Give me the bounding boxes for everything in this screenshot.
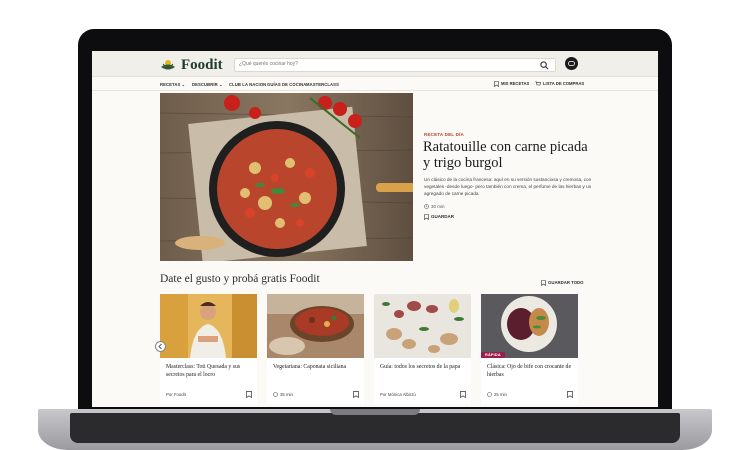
card-meta: Por Mónica Albirzú [380,392,416,397]
quick-badge: RÁPIDA [481,352,505,358]
card-title: Clásica: Ojo de bife con crocante de hie… [487,364,572,378]
main-nav: RECETAS ⌄ DESCUBRIR ⌄ CLUB LA NACION GUÍ… [92,79,658,91]
card-time: 35 min [280,392,293,397]
card-image [267,294,364,358]
chevron-left-icon [158,343,162,350]
save-all-button[interactable]: GUARDAR TODO [541,280,584,287]
cart-icon [535,81,541,86]
card-title: Vegetariana: Caponata siciliana [273,364,347,370]
chevron-down-icon: ⌄ [181,82,186,87]
bookmark-icon[interactable] [246,391,252,398]
nav-masterclass[interactable]: MASTERCLASS [306,82,339,87]
card-meta: 35 min [273,392,293,398]
hero-recipe-image[interactable] [160,93,413,261]
chevron-down-icon: ⌄ [219,82,223,87]
card-meta: 25 min [487,392,507,398]
laptop-frame: Foodit RECETAS ⌄ DESCUBRIR [0,0,750,450]
user-menu-button[interactable] [565,57,578,70]
search-icon[interactable] [540,61,549,70]
hero-title[interactable]: Ratatouille con carne picada y trigo bur… [423,139,593,171]
hero-description: Un clásico de la cocina francesa: aquí e… [424,177,592,196]
bookmark-icon[interactable] [567,391,573,398]
nav-descubrir[interactable]: DESCUBRIR ⌄ [192,82,223,87]
recipe-card[interactable]: Guía: todos los secretos de la papa Por … [374,294,471,404]
card-title: Masterclass: Toti Quesada y sus secretos… [166,364,241,378]
logo-leaf-icon[interactable] [160,58,176,72]
site-logo[interactable]: Foodit [181,57,223,74]
bookmark-icon [424,214,429,221]
site-header: Foodit [92,51,658,77]
card-image [160,294,257,358]
ratatouille-photo [160,93,413,261]
bookmark-icon [541,280,546,287]
recipe-card[interactable]: RÁPIDA Clásica: Ojo de bife con crocante… [481,294,578,404]
search-input[interactable] [239,61,519,67]
card-image [481,294,578,358]
hero-time-label: 30 min [431,204,445,209]
card-meta: Por Foodit [166,392,186,397]
user-icon [568,61,575,66]
hero-save-label: GUARDAR [431,214,454,220]
save-all-label: GUARDAR TODO [548,280,584,286]
search-bar[interactable] [234,58,556,72]
card-image [374,294,471,358]
laptop-keyboard [70,413,680,443]
hero-time: 30 min [424,204,445,210]
hero-save-button[interactable]: GUARDAR [424,214,454,221]
bookmark-icon [494,81,499,88]
shopping-list-link[interactable]: LISTA DE COMPRAS [535,81,584,87]
laptop-hinge [330,409,420,415]
hero-kicker: RECETA DEL DÍA [424,132,464,137]
shopping-list-label: LISTA DE COMPRAS [543,81,585,87]
nav-club-la-nacion[interactable]: CLUB LA NACION [229,82,266,87]
section-title: Date el gusto y probá gratis Foodit [160,273,320,285]
nav-label: RECETAS [160,82,181,87]
card-title: Guía: todos los secretos de la papa [380,364,461,370]
browser-screen: Foodit RECETAS ⌄ DESCUBRIR [92,51,658,407]
carousel-prev-button[interactable] [155,341,166,352]
clock-icon [424,204,429,210]
clock-icon [487,392,492,398]
card-time: 25 min [494,392,507,397]
clock-icon [273,392,278,398]
bookmark-icon[interactable] [460,391,466,398]
nav-recetas[interactable]: RECETAS ⌄ [160,82,185,87]
my-recipes-link[interactable]: MIS RECETAS [494,81,530,88]
bookmark-icon[interactable] [353,391,359,398]
recipe-card[interactable]: Vegetariana: Caponata siciliana 35 min [267,294,364,404]
nav-guias-de-cocina[interactable]: GUÍAS DE COCINA [267,82,306,87]
recipe-card[interactable]: Masterclass: Toti Quesada y sus secretos… [160,294,257,404]
my-recipes-label: MIS RECETAS [501,81,530,87]
nav-label: DESCUBRIR [192,82,218,87]
